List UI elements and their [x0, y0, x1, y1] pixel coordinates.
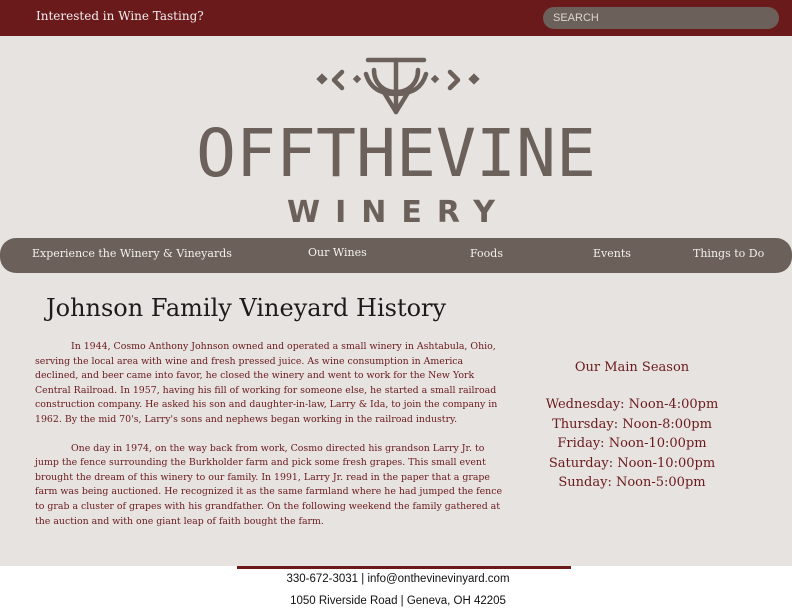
page-title: Johnson Family Vineyard History: [46, 294, 447, 322]
nav-item-events[interactable]: Events: [593, 247, 631, 260]
hours-line: Friday: Noon-10:00pm: [557, 436, 707, 451]
main-nav: Experience the Winery & Vineyards Our Wi…: [0, 238, 792, 273]
grape-emblem-icon: [331, 57, 461, 115]
season-heading: Our Main Season: [574, 360, 690, 375]
logo-subtitle: WINERY: [287, 195, 505, 230]
nav-item-foods[interactable]: Foods: [470, 247, 503, 260]
hours-line: Saturday: Noon-10:00pm: [548, 455, 716, 471]
search-input[interactable]: [543, 7, 779, 29]
footer-address: 1050 Riverside Road | Geneva, OH 42205: [290, 595, 506, 607]
logo-wordmark: OFFTHEVINE: [196, 115, 596, 192]
season-hours-panel: Our Main Season Wednesday: Noon-4:00pm T…: [524, 360, 740, 493]
nav-item-things-to-do[interactable]: Things to Do: [693, 247, 764, 260]
hours-line: Wednesday: Noon-4:00pm: [545, 397, 719, 412]
history-text: In 1944, Cosmo Anthony Johnson owned and…: [35, 340, 504, 543]
top-bar: Interested in Wine Tasting?: [0, 0, 792, 36]
winery-logo: OFFTHEVINE WINERY: [196, 57, 596, 230]
footer-contact: 330-672-3031 | info@onthevinevinyard.com: [286, 573, 510, 585]
footer-divider: [237, 566, 571, 569]
nav-item-experience[interactable]: Experience the Winery & Vineyards: [32, 247, 232, 260]
hours-line: Sunday: Noon-5:00pm: [558, 475, 706, 490]
history-paragraph: One day in 1974, on the way back from wo…: [35, 442, 503, 527]
tagline: Interested in Wine Tasting?: [36, 9, 204, 23]
footer: 330-672-3031 | info@onthevinevinyard.com…: [0, 566, 792, 612]
nav-item-our-wines[interactable]: Our Wines: [308, 246, 367, 259]
history-paragraph: In 1944, Cosmo Anthony Johnson owned and…: [35, 341, 498, 425]
hours-line: Thursday: Noon-8:00pm: [552, 416, 712, 432]
